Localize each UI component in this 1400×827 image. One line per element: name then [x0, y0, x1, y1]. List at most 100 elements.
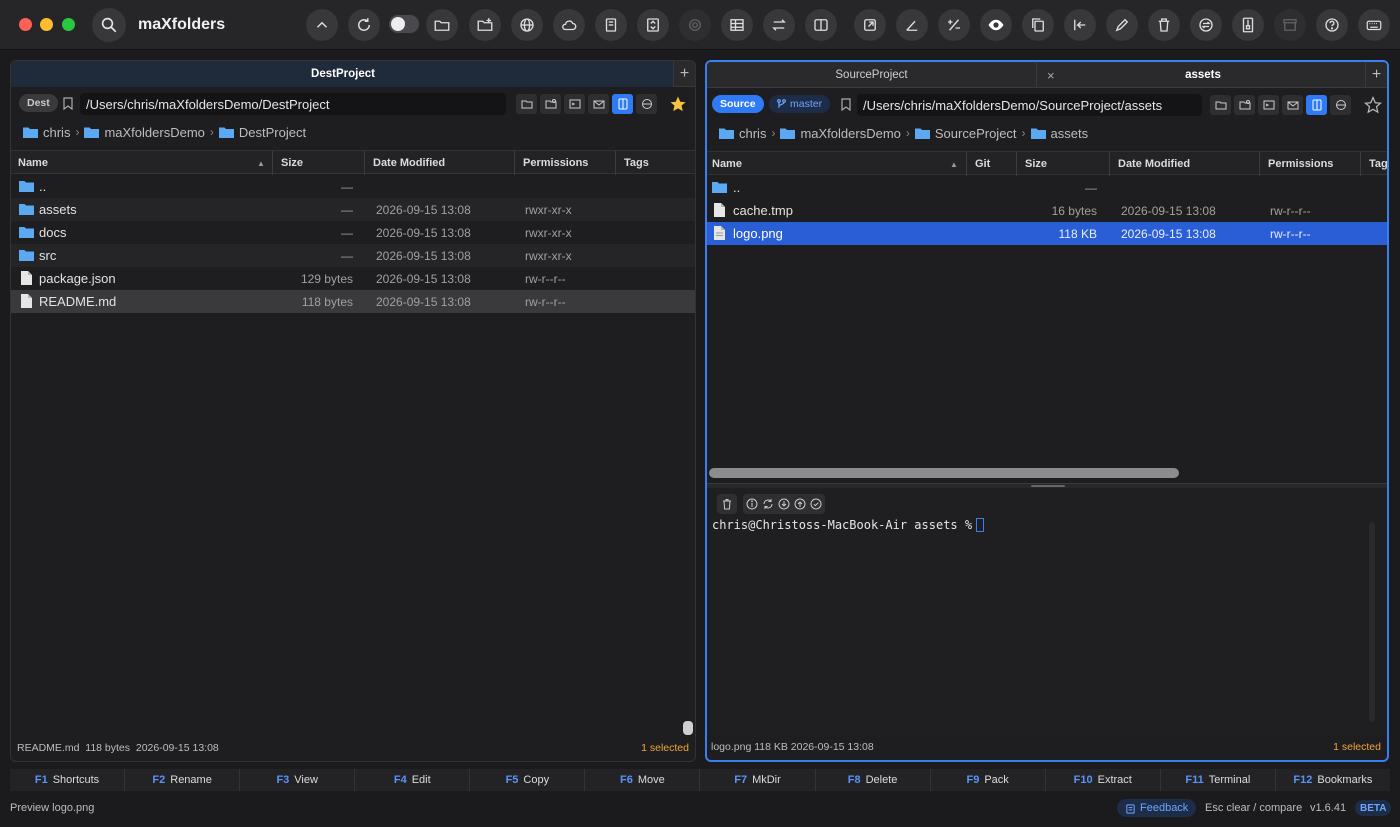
crumb-assets[interactable]: assets [1051, 126, 1089, 141]
fn-view-button[interactable]: F3 View [240, 769, 356, 791]
table-row[interactable]: cache.tmp 16 bytes 2026-09-15 13:08 rw-r… [707, 199, 1387, 222]
swap-panes-button[interactable] [763, 9, 795, 41]
help-button[interactable] [1316, 9, 1348, 41]
splitter-grip[interactable] [1031, 485, 1065, 487]
terminal-icon[interactable] [564, 94, 585, 114]
fn-edit-button[interactable]: F4 Edit [355, 769, 471, 791]
new-folder-icon[interactable] [540, 94, 561, 114]
crumb-chris[interactable]: chris [43, 125, 70, 140]
edit-button[interactable] [1106, 9, 1138, 41]
column-date-modified[interactable]: Date Modified [364, 151, 514, 175]
fn-extract-button[interactable]: F10 Extract [1045, 769, 1161, 791]
hidden-files-toggle[interactable] [389, 15, 419, 33]
sync-icon[interactable] [762, 498, 774, 510]
fn-bookmarks-button[interactable]: F12 Bookmarks [1275, 769, 1390, 791]
cloud-button[interactable] [553, 9, 585, 41]
upload-icon[interactable] [794, 498, 806, 510]
fn-rename-button[interactable]: F2 Rename [125, 769, 241, 791]
column-permissions[interactable]: Permissions [1259, 152, 1360, 176]
table-row[interactable]: logo.png 118 KB 2026-09-15 13:08 rw-r--r… [707, 222, 1387, 245]
globe-icon[interactable] [1330, 95, 1351, 115]
tab-assets[interactable]: assets [1038, 62, 1368, 88]
column-name[interactable]: Name [712, 152, 965, 176]
clear-terminal-button[interactable] [717, 494, 737, 514]
column-size[interactable]: Size [272, 151, 364, 175]
split-view-button[interactable] [805, 9, 837, 41]
new-folder-button[interactable] [469, 9, 501, 41]
crumb-sourceproject[interactable]: SourceProject [935, 126, 1017, 141]
disabled-button[interactable] [679, 9, 711, 41]
bookmark-icon[interactable] [841, 98, 851, 111]
tab-sourceproject[interactable]: SourceProject [707, 62, 1037, 88]
git-branch-badge[interactable]: master [769, 95, 831, 113]
horizontal-scrollbar[interactable] [709, 468, 1179, 478]
star-icon[interactable] [1364, 96, 1382, 114]
mail-icon[interactable] [588, 94, 609, 114]
notes-button[interactable] [595, 9, 627, 41]
crumb-destproject[interactable]: DestProject [239, 125, 306, 140]
fn-mkdir-button[interactable]: F7 MkDir [700, 769, 816, 791]
column-date-modified[interactable]: Date Modified [1109, 152, 1259, 176]
go-back-button[interactable] [1064, 9, 1096, 41]
finder-icon[interactable] [1306, 95, 1327, 115]
folder-icon[interactable] [516, 94, 537, 114]
column-name[interactable]: Name [18, 151, 271, 175]
crumb-maxfoldersdemo[interactable]: maXfoldersDemo [104, 125, 204, 140]
right-pane[interactable]: SourceProject × assets + Source master /… [705, 60, 1389, 762]
trash-button[interactable] [1148, 9, 1180, 41]
info-icon[interactable] [746, 498, 758, 510]
column-permissions[interactable]: Permissions [514, 151, 615, 175]
network-button[interactable] [511, 9, 543, 41]
table-row[interactable]: package.json 129 bytes 2026-09-15 13:08 … [11, 267, 695, 290]
table-row[interactable]: assets — 2026-09-15 13:08 rwxr-xr-x [11, 198, 695, 221]
left-path-input[interactable]: /Users/chris/maXfoldersDemo/DestProject [80, 93, 506, 115]
check-icon[interactable] [810, 498, 822, 510]
fn-terminal-button[interactable]: F11 Terminal [1160, 769, 1276, 791]
star-icon[interactable] [669, 95, 687, 113]
right-path-input[interactable]: /Users/chris/maXfoldersDemo/SourceProjec… [857, 94, 1202, 116]
finder-icon[interactable] [612, 94, 633, 114]
globe-icon[interactable] [636, 94, 657, 114]
column-tags[interactable]: Tags [615, 151, 695, 175]
table-row[interactable]: README.md 118 bytes 2026-09-15 13:08 rw-… [11, 290, 695, 313]
new-folder-icon[interactable] [1234, 95, 1255, 115]
box-button[interactable] [1274, 9, 1306, 41]
column-git[interactable]: Git [966, 152, 1016, 176]
folder-icon[interactable] [1210, 95, 1231, 115]
scroll-indicator[interactable] [683, 721, 693, 735]
table-view-button[interactable] [721, 9, 753, 41]
sync-button[interactable] [1190, 9, 1222, 41]
up-button[interactable] [306, 9, 338, 41]
feedback-button[interactable]: Feedback [1117, 799, 1197, 817]
open-external-button[interactable] [854, 9, 886, 41]
fn-copy-button[interactable]: F5 Copy [470, 769, 586, 791]
download-icon[interactable] [778, 498, 790, 510]
bookmark-icon[interactable] [63, 97, 73, 110]
terminal-icon[interactable] [1258, 95, 1279, 115]
fn-move-button[interactable]: F6 Move [585, 769, 701, 791]
window-minimize-button[interactable] [40, 18, 53, 31]
table-row[interactable]: .. — [707, 176, 1387, 199]
window-maximize-button[interactable] [62, 18, 75, 31]
preview-button[interactable] [980, 9, 1012, 41]
mail-icon[interactable] [1282, 95, 1303, 115]
terminal-scrollbar[interactable] [1369, 522, 1375, 722]
table-row[interactable]: src — 2026-09-15 13:08 rwxr-xr-x [11, 244, 695, 267]
tab-destproject[interactable]: DestProject [11, 61, 675, 87]
compare-button[interactable] [637, 9, 669, 41]
terminal-panel[interactable]: chris@Christoss-MacBook-Air assets % [707, 488, 1387, 734]
crumb-maxfoldersdemo[interactable]: maXfoldersDemo [800, 126, 900, 141]
column-tags[interactable]: Tags [1360, 152, 1387, 176]
fn-shortcuts-button[interactable]: F1 Shortcuts [10, 769, 126, 791]
window-close-button[interactable] [19, 18, 32, 31]
copy-path-button[interactable] [1022, 9, 1054, 41]
zip-button[interactable] [1232, 9, 1264, 41]
fn-pack-button[interactable]: F9 Pack [930, 769, 1046, 791]
measure-button[interactable] [896, 9, 928, 41]
search-button[interactable] [92, 8, 126, 42]
new-tab-button[interactable]: + [1365, 62, 1387, 88]
terminal-prompt-line[interactable]: chris@Christoss-MacBook-Air assets % [712, 518, 985, 532]
crumb-chris[interactable]: chris [739, 126, 766, 141]
keyboard-button[interactable] [1358, 9, 1390, 41]
left-pane[interactable]: DestProject + Dest /Users/chris/maXfolde… [10, 60, 696, 762]
